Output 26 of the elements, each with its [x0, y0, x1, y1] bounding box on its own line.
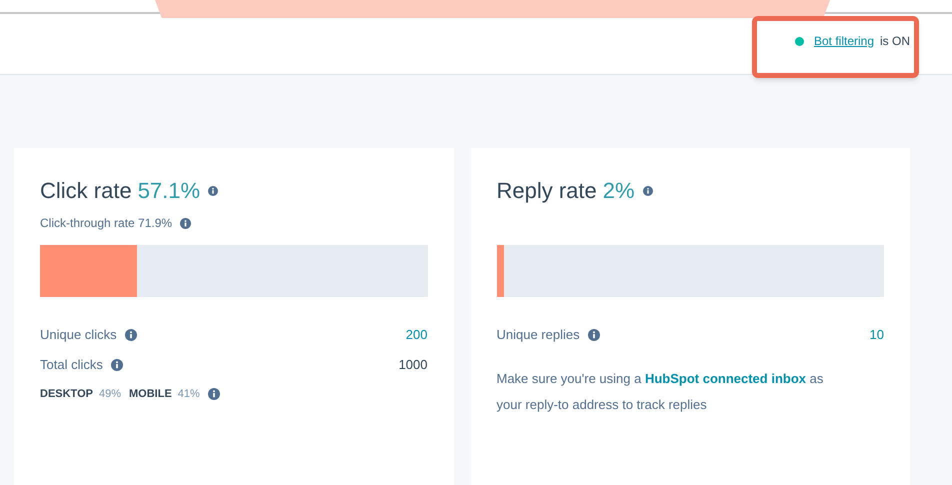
bot-filtering-link[interactable]: Bot filtering — [814, 32, 874, 50]
info-icon[interactable] — [208, 388, 220, 400]
device-share: 41% — [178, 387, 200, 402]
card-title: Click rate — [40, 177, 132, 205]
stat-label: Unique replies — [496, 326, 580, 344]
stat-value[interactable]: 200 — [406, 324, 428, 344]
rate-value: 57.1% — [138, 177, 200, 205]
stat-label: Unique clicks — [40, 326, 117, 344]
reply-note: Make sure you're using a HubSpot connected inbox as your reply-to address to track replies — [496, 370, 824, 414]
stat-value[interactable]: 10 — [870, 324, 884, 344]
info-icon[interactable] — [208, 186, 218, 196]
status-text: is ON — [880, 33, 910, 50]
info-icon[interactable] — [124, 328, 137, 340]
info-icon[interactable] — [180, 218, 192, 228]
info-icon[interactable] — [642, 186, 653, 196]
info-icon[interactable] — [110, 358, 123, 370]
stat-label: Total clicks — [40, 356, 103, 374]
card-title: Reply rate — [496, 177, 597, 205]
rate-value: 2% — [602, 177, 635, 205]
device-label: DESKTOP — [40, 387, 93, 402]
click-through-rate: Click-through rate 71.9% — [40, 215, 172, 232]
device-share: 49% — [98, 387, 122, 402]
connected-inbox-link[interactable]: HubSpot connected inbox — [644, 371, 806, 386]
info-icon[interactable] — [588, 328, 600, 340]
stat-value: 1000 — [398, 356, 428, 374]
device-label: MOBILE — [129, 387, 172, 402]
